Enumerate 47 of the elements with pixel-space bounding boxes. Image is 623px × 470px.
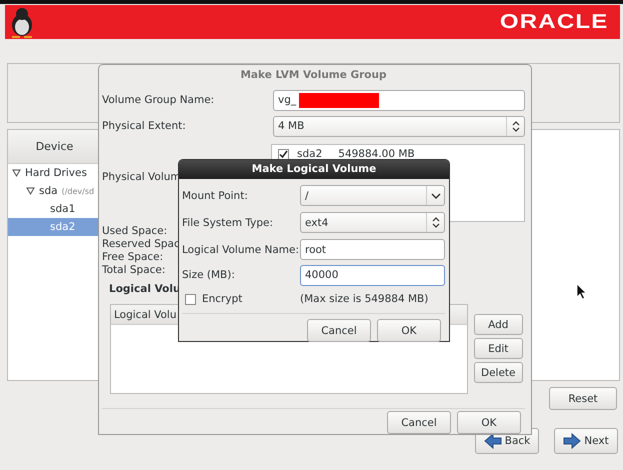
field-label: Logical Volume Name: (182, 244, 300, 256)
side-button[interactable]: Edit (474, 338, 522, 359)
space-label: Free Space: (102, 251, 164, 264)
side-button[interactable]: Delete (474, 362, 522, 383)
tree-item[interactable]: sda (/dev/sd (8, 182, 101, 200)
expand-icon[interactable] (12, 169, 21, 177)
hint-text: (Max size is 549884 MB) (300, 293, 428, 305)
column-header: Device (8, 130, 101, 164)
checkbox-label: Encrypt (202, 293, 242, 305)
cancel-button[interactable]: Cancel (307, 319, 371, 342)
checkbox[interactable] (278, 148, 289, 160)
field-label: Mount Point: (182, 190, 248, 202)
right-arrow-icon (563, 433, 582, 449)
logo: ORACLE (499, 10, 608, 34)
left-arrow-icon (484, 433, 502, 449)
space-label: Used Space: (102, 225, 168, 238)
field-value: vg_ (278, 94, 296, 106)
field-label: Volume Group Name: (102, 94, 214, 106)
cancel-button[interactable]: Cancel (387, 411, 451, 434)
expand-icon[interactable] (26, 187, 35, 195)
dialog-title: Make Logical Volume (179, 160, 449, 179)
spinner-icon (432, 217, 440, 228)
space-label: Total Space: (102, 264, 166, 277)
field-label: Size (MB): (182, 269, 235, 281)
list-item[interactable]: sda2 (297, 148, 322, 160)
tree-item[interactable]: Hard Drives (8, 164, 101, 182)
select-field[interactable]: 4 MB (273, 116, 525, 136)
input-field[interactable]: 40000 (300, 264, 445, 286)
dropdown-icon (430, 192, 440, 198)
checkbox[interactable] (185, 294, 196, 304)
list-item-size: 549884.00 MB (338, 148, 415, 160)
side-button[interactable]: Add (474, 314, 522, 335)
space-label: Reserved Spac (102, 238, 180, 251)
select-field[interactable]: ext4 (300, 212, 445, 233)
next-button[interactable]: Next (554, 428, 618, 454)
dialog-title: Make LVM Volume Group (239, 69, 388, 83)
tree-item[interactable]: sda1 (8, 200, 101, 218)
reset-button[interactable]: Reset (549, 387, 617, 410)
input-field[interactable]: vg_ (273, 90, 525, 110)
ok-button[interactable]: OK (377, 319, 441, 342)
mouse-pointer-icon (576, 283, 587, 300)
input-field[interactable]: root (300, 239, 445, 260)
select-field[interactable]: / (300, 185, 445, 206)
ok-button[interactable]: OK (457, 411, 521, 434)
spinner-icon (512, 120, 520, 132)
field-label: File System Type: (182, 216, 274, 228)
field-label: Physical Extent: (102, 120, 186, 132)
